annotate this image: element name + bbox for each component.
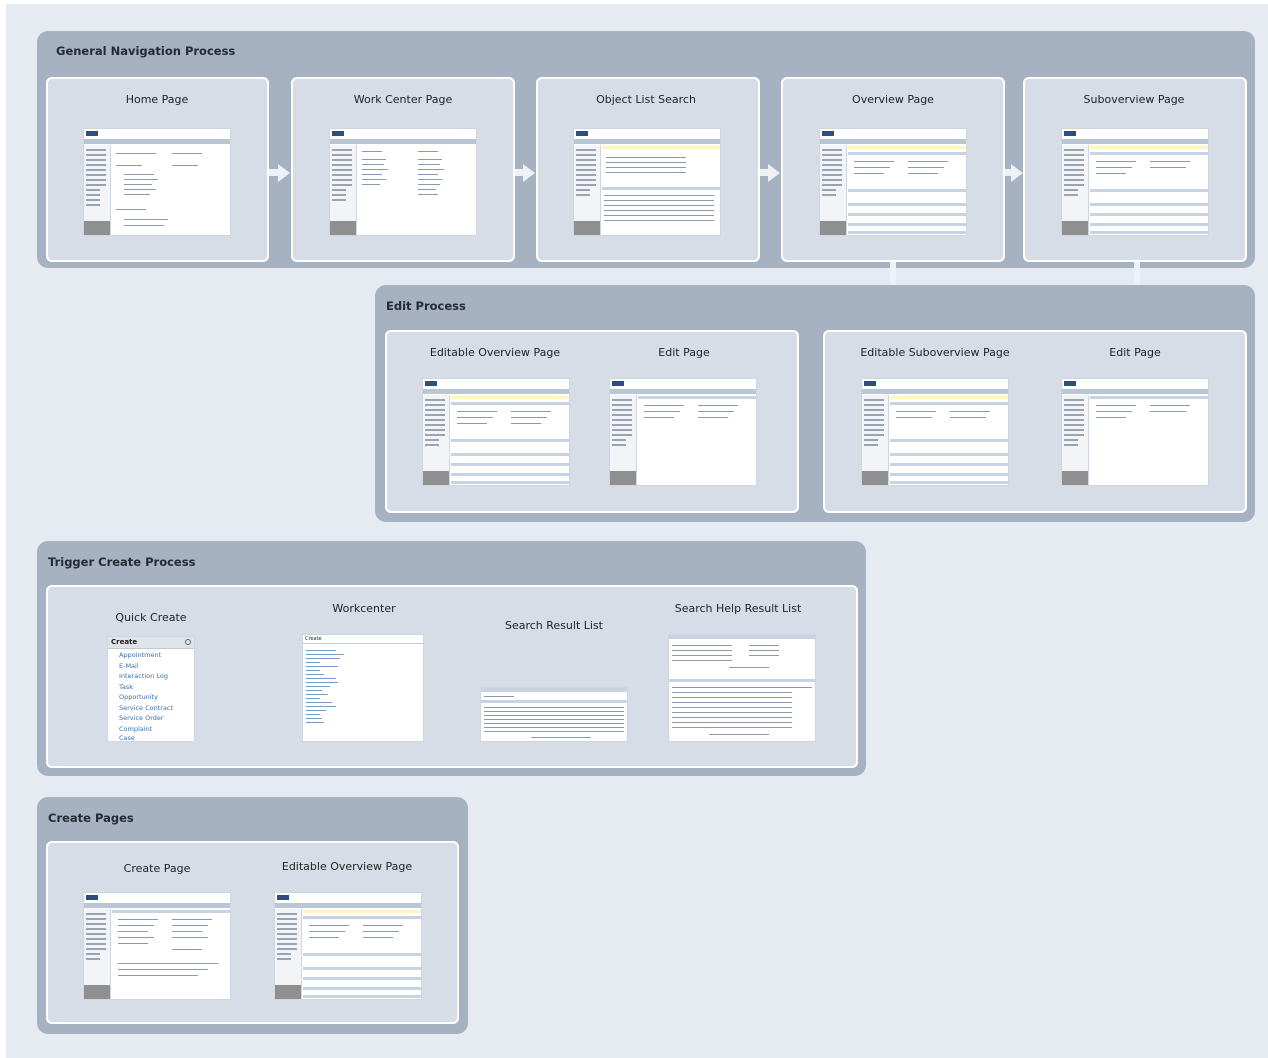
- group-title: General Navigation Process: [56, 44, 236, 58]
- quick-create-header: Create: [108, 637, 194, 649]
- home-page-thumbnail: [83, 128, 231, 236]
- arrow-right-icon: [523, 164, 535, 182]
- arrow-right-icon: [278, 164, 290, 182]
- quick-create-item[interactable]: Service Contract: [119, 704, 173, 712]
- page-label: Editable Suboverview Page: [860, 346, 1010, 359]
- divider: [303, 643, 423, 644]
- quick-create-item[interactable]: Service Order: [119, 714, 164, 722]
- page-label: Editable Overview Page: [429, 346, 561, 359]
- item-label: Workcenter: [332, 602, 396, 615]
- page-label: Create Page: [123, 862, 191, 875]
- editable-overview-thumbnail: [422, 378, 570, 486]
- editable-suboverview-thumbnail: [861, 378, 1009, 486]
- process-diagram-canvas: General Navigation Process Home Page Wor…: [6, 4, 1268, 1058]
- page-label: Edit Page: [1109, 346, 1161, 359]
- page-label: Overview Page: [852, 93, 934, 106]
- suboverview-page-thumbnail: [1061, 128, 1209, 236]
- object-list-search-thumbnail: [573, 128, 721, 236]
- quick-create-item[interactable]: Task: [119, 683, 133, 691]
- page-label: Home Page: [125, 93, 189, 106]
- work-center-page-thumbnail: [329, 128, 477, 236]
- arrow-right-icon: [768, 164, 780, 182]
- page-label: Edit Page: [658, 346, 710, 359]
- item-label: Search Result List: [504, 619, 604, 632]
- quick-create-item[interactable]: Interaction Log: [119, 672, 168, 680]
- page-label: Object List Search: [596, 93, 696, 106]
- refresh-icon[interactable]: [185, 639, 191, 645]
- quick-create-item[interactable]: Opportunity: [119, 693, 158, 701]
- page-label: Editable Overview Page: [281, 860, 413, 873]
- quick-create-item[interactable]: Appointment: [119, 651, 161, 659]
- quick-create-title: Create: [111, 638, 138, 646]
- group-title: Trigger Create Process: [48, 555, 196, 569]
- quick-create-box: Create Appointment E-Mail Interaction Lo…: [107, 636, 195, 742]
- group-title: Create Pages: [48, 811, 134, 825]
- search-help-result-list-thumbnail: [668, 634, 816, 742]
- item-label: Quick Create: [115, 611, 187, 624]
- edit-page-thumbnail: [609, 378, 757, 486]
- workcenter-create-box: Create: [302, 634, 424, 742]
- overview-page-thumbnail: [819, 128, 967, 236]
- page-label: Suboverview Page: [1083, 93, 1185, 106]
- quick-create-item[interactable]: Case: [119, 734, 135, 742]
- group-title: Edit Process: [386, 299, 466, 313]
- create-editable-overview-thumbnail: [274, 892, 422, 1000]
- quick-create-item[interactable]: Complaint: [119, 725, 152, 733]
- page-label: Work Center Page: [353, 93, 453, 106]
- workcenter-create-header: Create: [305, 636, 322, 642]
- search-result-list-thumbnail: [480, 687, 628, 742]
- quick-create-item[interactable]: E-Mail: [119, 662, 139, 670]
- create-page-thumbnail: [83, 892, 231, 1000]
- item-label: Search Help Result List: [674, 602, 802, 615]
- edit-page-thumbnail: [1061, 378, 1209, 486]
- arrow-right-icon: [1011, 164, 1023, 182]
